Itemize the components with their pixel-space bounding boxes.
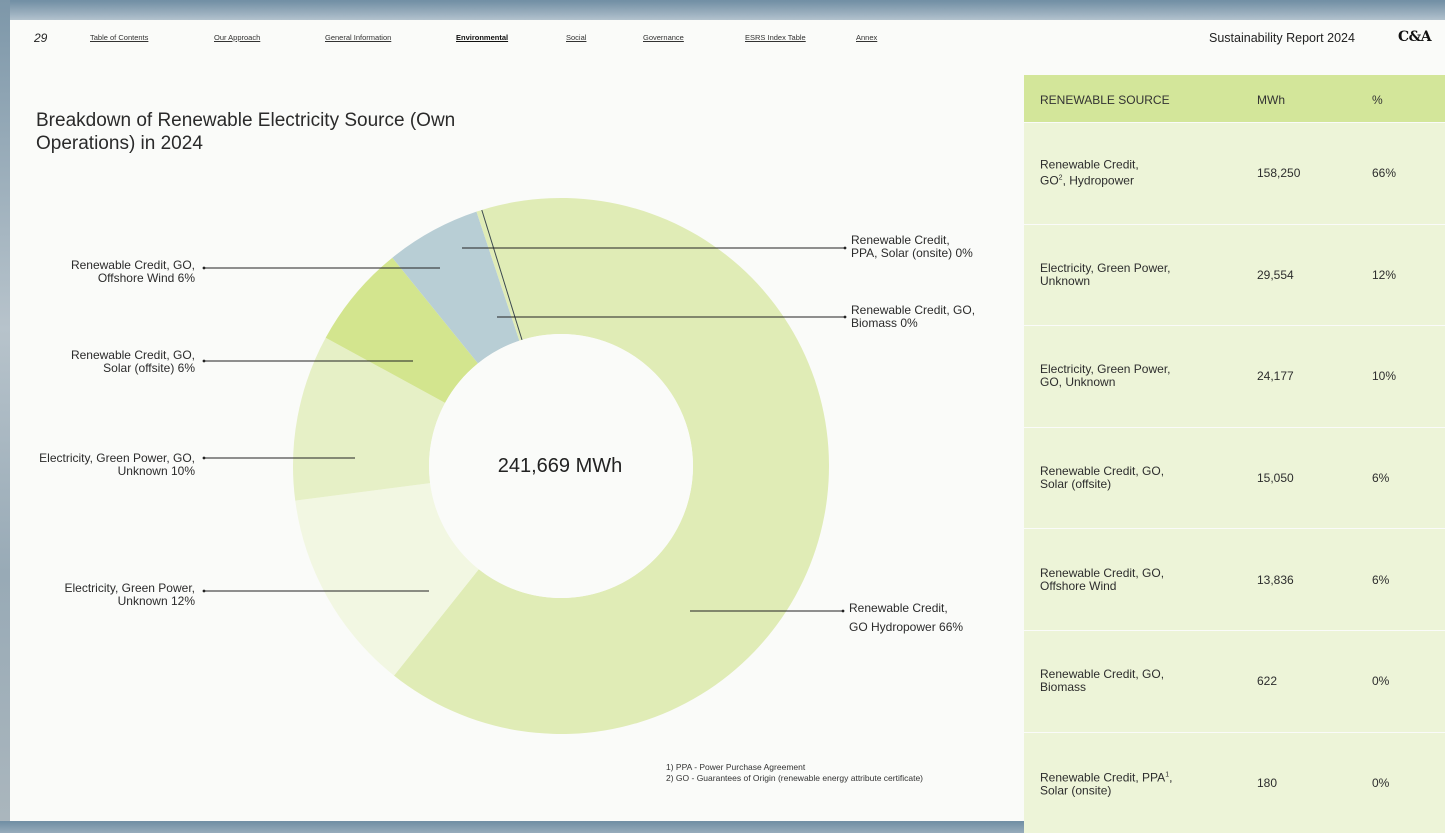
callout-text: Biomass 0% [851, 316, 918, 330]
callout-text: Unknown 12% [117, 594, 195, 608]
footnote-ppa: 1) PPA - Power Purchase Agreement [666, 762, 806, 772]
callout-text: Renewable Credit, GO, [70, 258, 195, 272]
source-cell: Electricity, Green Power, GO, Unknown [1040, 363, 1210, 389]
callout-text: Solar (offsite) 6% [103, 361, 195, 375]
percent-cell: 12% [1372, 267, 1397, 282]
mwh-cell: 180 [1257, 775, 1278, 790]
source-cell: Renewable Credit, GO, Solar (offsite) [1040, 465, 1210, 491]
leader-dot [843, 315, 847, 319]
table-row: Electricity, Green Power, Unknown 29,554… [1024, 223, 1445, 326]
source-text: Renewable Credit, GO, [1040, 565, 1165, 580]
table-row: Renewable Credit, GO, Offshore Wind 13,8… [1024, 528, 1445, 630]
mwh-cell: 158,250 [1257, 166, 1301, 181]
table-row: Renewable Credit, GO2, Hydropower 158,25… [1024, 122, 1445, 224]
source-text: , [1169, 770, 1173, 785]
report-title: Sustainability Report 2024 [1209, 31, 1355, 45]
source-text: Renewable Credit, GO, [1040, 667, 1165, 682]
source-cell: Renewable Credit, PPA1, Solar (onsite) [1040, 768, 1210, 797]
callout-text: Electricity, Green Power, [64, 581, 196, 595]
table-row: Renewable Credit, GO, Biomass 622 0% [1024, 629, 1445, 732]
percent-cell: 6% [1372, 471, 1390, 486]
leader-dot [202, 589, 206, 593]
callout-text: GO Hydropower 66% [849, 620, 964, 634]
footnote-go: 2) GO - Guarantees of Origin (renewable … [666, 773, 924, 783]
source-text: Solar (onsite) [1040, 783, 1112, 798]
table-row: Electricity, Green Power, GO, Unknown 24… [1024, 325, 1445, 427]
source-cell: Renewable Credit, GO, Biomass [1040, 668, 1210, 694]
company-logo: C&A [1398, 29, 1432, 45]
leader-dot [843, 246, 847, 250]
column-header-percent: % [1372, 93, 1383, 107]
mwh-cell: 29,554 [1257, 267, 1294, 282]
callout-text: Renewable Credit, GO, [851, 303, 976, 317]
percent-cell: 10% [1372, 369, 1397, 384]
callout-label-green-power-go: Electricity, Green Power, GO, Unknown 10… [0, 452, 195, 478]
source-text: , Hydropower [1062, 173, 1134, 188]
source-text: GO, Unknown [1040, 375, 1116, 390]
source-text: Unknown [1040, 273, 1091, 288]
leader-dot [841, 609, 845, 613]
source-text: GO [1040, 173, 1059, 188]
callout-label-green-power-unknown: Electricity, Green Power, Unknown 12% [0, 581, 196, 608]
callout-label-hydropower: Renewable Credit, GO Hydropower 66% [849, 599, 963, 637]
source-text: Solar (offsite) [1040, 477, 1112, 492]
callout-text: Renewable Credit, GO, [70, 348, 195, 362]
table-row: Renewable Credit, GO, Solar (offsite) 15… [1024, 426, 1445, 529]
percent-cell: 6% [1372, 572, 1390, 587]
percent-cell: 66% [1372, 166, 1397, 181]
leader-dot [202, 456, 206, 460]
source-text: Biomass [1040, 680, 1087, 695]
column-header-mwh: MWh [1257, 93, 1285, 107]
renewable-source-table: RENEWABLE SOURCE MWh % Renewable Credit,… [1024, 75, 1445, 833]
callout-text: Unknown 10% [117, 464, 195, 478]
source-text: Renewable Credit, PPA [1040, 770, 1166, 785]
callout-text: Offshore Wind 6% [97, 271, 195, 285]
callout-text: Renewable Credit, [849, 601, 948, 615]
donut-chart [202, 197, 847, 735]
source-text: Renewable Credit, GO, [1040, 464, 1165, 479]
source-cell: Electricity, Green Power, Unknown [1040, 260, 1210, 288]
source-text: Offshore Wind [1040, 578, 1117, 593]
callout-label-ppa-solar-onsite: Renewable Credit, PPA, Solar (onsite) 0% [851, 234, 973, 260]
callout-text: Renewable Credit, [851, 233, 950, 247]
callout-label-solar-offsite: Renewable Credit, GO, Solar (offsite) 6% [0, 349, 195, 375]
percent-cell: 0% [1372, 775, 1390, 790]
mwh-cell: 622 [1257, 674, 1278, 689]
source-text: Renewable Credit, [1040, 157, 1139, 172]
column-header-source: RENEWABLE SOURCE [1040, 93, 1170, 107]
source-cell: Renewable Credit, GO2, Hydropower [1040, 157, 1210, 188]
callout-text: PPA, Solar (onsite) 0% [851, 246, 973, 260]
percent-cell: 0% [1372, 674, 1390, 689]
footnotes: 1) PPA - Power Purchase Agreement 2) GO … [666, 762, 923, 784]
mwh-cell: 24,177 [1257, 369, 1294, 384]
mwh-cell: 15,050 [1257, 471, 1294, 486]
source-text: Electricity, Green Power, [1040, 260, 1171, 275]
leader-dot [202, 266, 206, 270]
source-text: Electricity, Green Power, [1040, 362, 1171, 377]
donut-center-total: 241,669 MWh [497, 455, 623, 477]
mwh-cell: 13,836 [1257, 572, 1294, 587]
source-cell: Renewable Credit, GO, Offshore Wind [1040, 565, 1210, 593]
leader-dot [202, 359, 206, 363]
table-row: Renewable Credit, PPA1, Solar (onsite) 1… [1024, 731, 1445, 833]
table-header: RENEWABLE SOURCE MWh % [1024, 75, 1445, 122]
callout-label-biomass: Renewable Credit, GO, Biomass 0% [851, 304, 975, 330]
callout-label-offshore-wind: Renewable Credit, GO, Offshore Wind 6% [0, 259, 195, 285]
callout-text: Electricity, Green Power, GO, [39, 451, 195, 465]
